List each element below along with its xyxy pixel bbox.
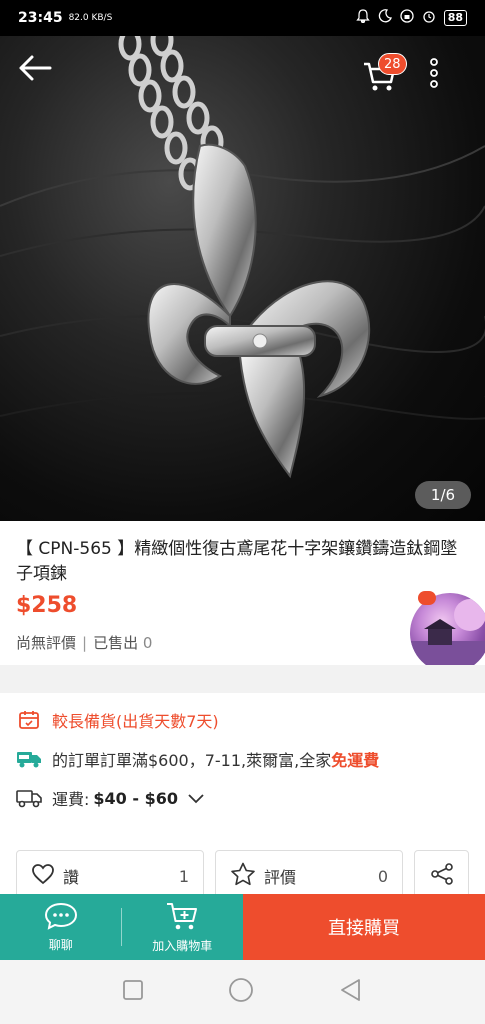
stats-separator: | <box>82 634 88 652</box>
free-shipping-info[interactable]: 的訂單訂單滿$600，7-11,萊爾富,全家 免運費 <box>16 747 379 771</box>
buy-now-button[interactable]: 直接購買 <box>243 894 485 960</box>
calendar-icon <box>16 709 42 731</box>
promo-notification-dot <box>418 591 436 605</box>
more-vertical-icon <box>430 58 438 88</box>
floating-promo-avatar[interactable] <box>410 593 485 673</box>
add-to-cart-label: 加入購物車 <box>152 938 213 953</box>
chevron-down-icon <box>188 789 204 808</box>
back-button[interactable] <box>18 54 58 94</box>
bottom-action-bar: 聊聊 加入購物車 直接購買 <box>0 894 485 960</box>
product-photo <box>0 36 485 479</box>
section-divider <box>0 665 485 693</box>
review-label: 評價 <box>264 868 297 887</box>
teal-actions: 聊聊 加入購物車 <box>0 894 243 960</box>
add-to-cart-button[interactable]: 加入購物車 <box>122 894 244 960</box>
free-shipping-highlight: 免運費 <box>331 751 380 770</box>
status-bar: 23:45 82.0 KB/S 88 <box>0 0 485 36</box>
shipping-fee-label: 運費: <box>52 790 90 809</box>
arrow-left-icon <box>19 55 52 81</box>
vpn-icon <box>400 9 414 27</box>
share-icon <box>429 862 455 890</box>
circle-icon <box>229 978 254 1002</box>
chat-button[interactable]: 聊聊 <box>0 894 122 960</box>
star-icon <box>230 862 256 890</box>
product-price: $258 <box>16 593 78 618</box>
product-image-gallery[interactable]: 28 1/6 <box>0 36 485 521</box>
back-nav-button[interactable] <box>339 978 363 1006</box>
network-speed: 82.0 KB/S <box>68 12 113 23</box>
alarm-icon <box>422 9 436 27</box>
shipping-fee-range: $40 - $60 <box>93 788 178 808</box>
preorder-text: 較長備貨(出貨天數7天) <box>52 712 219 731</box>
preorder-notice: 較長備貨(出貨天數7天) <box>16 708 219 732</box>
delivery-truck-icon <box>16 787 42 809</box>
heart-icon <box>31 863 55 889</box>
like-count: 1 <box>178 866 189 886</box>
promo-image <box>410 599 485 673</box>
rating-text: 尚無評價 <box>16 634 77 652</box>
home-button[interactable] <box>228 977 254 1007</box>
system-navigation-bar <box>0 960 485 1024</box>
status-time: 23:45 <box>18 10 63 26</box>
sold-label: 已售出 <box>93 634 139 652</box>
moon-icon <box>378 9 392 27</box>
square-icon <box>123 980 144 1000</box>
battery-indicator: 88 <box>443 10 467 26</box>
recent-apps-button[interactable] <box>122 979 144 1005</box>
bottom-bar-divider <box>121 908 122 946</box>
add-to-cart-icon <box>165 901 199 934</box>
review-count: 0 <box>377 866 388 886</box>
status-icons: 88 <box>355 9 467 27</box>
like-label: 讚 <box>63 868 80 887</box>
triangle-back-icon <box>340 979 360 1001</box>
product-stats: 尚無評價 | 已售出 0 <box>16 632 152 653</box>
free-shipping-text: 的訂單訂單滿$600，7-11,萊爾富,全家 <box>52 751 332 770</box>
chat-label: 聊聊 <box>48 937 73 952</box>
shipping-fee-selector[interactable]: 運費: $40 - $60 <box>16 786 204 810</box>
cart-count-badge: 28 <box>378 53 407 75</box>
bell-icon <box>355 9 370 27</box>
product-title: 【 CPN-565 】精緻個性復古鳶尾花十字架鑲鑽鑄造鈦鋼墜子項鍊 <box>16 539 458 584</box>
more-options-button[interactable] <box>430 58 464 98</box>
chat-bubble-icon <box>44 902 78 933</box>
image-page-indicator: 1/6 <box>415 481 471 509</box>
sold-count: 0 <box>142 634 153 652</box>
free-shipping-truck-icon <box>16 748 42 770</box>
